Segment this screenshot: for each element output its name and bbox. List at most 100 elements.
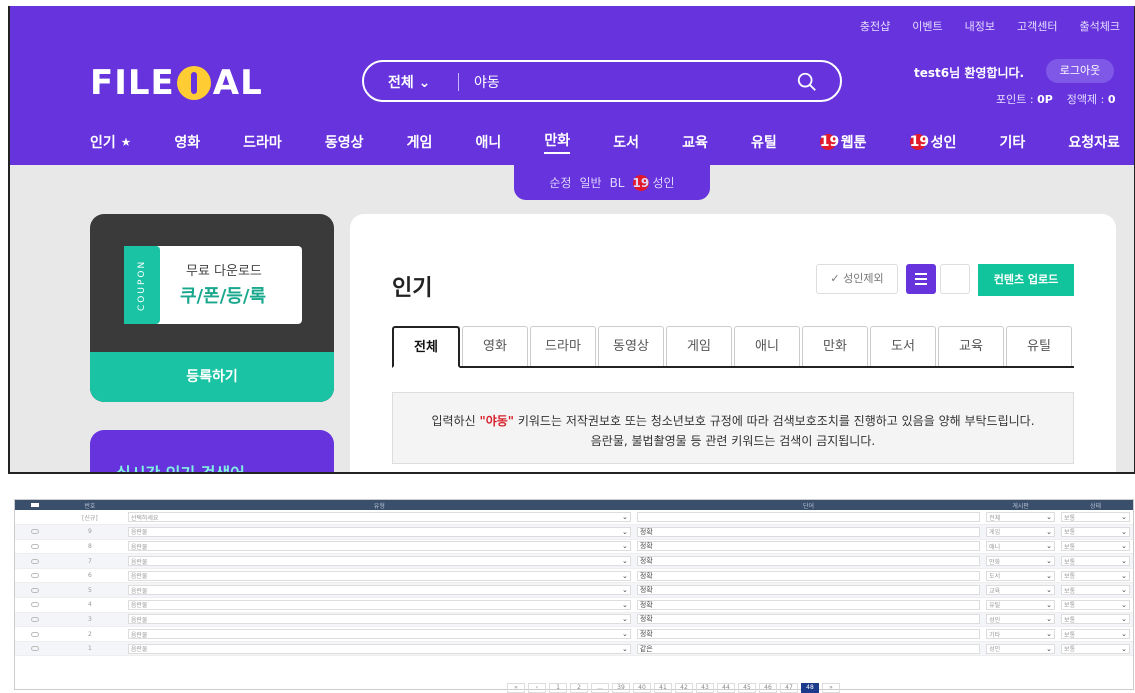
grid-view-icon[interactable] [940,264,970,294]
status-select[interactable]: 보통 ⌄ [1061,556,1130,567]
tab-book[interactable]: 도서 [870,326,936,366]
type-select[interactable]: 음란물 ⌄ [127,556,631,567]
row-checkbox[interactable] [30,602,39,608]
type-select[interactable]: 음란물 ⌄ [127,541,631,552]
nav-game[interactable]: 게임 [407,130,433,154]
top-link-attendance[interactable]: 출석체크 [1080,18,1120,34]
board-select[interactable]: 성인 ⌄ [986,614,1056,625]
status-select[interactable]: 보통 ⌄ [1061,570,1130,581]
page-link[interactable]: 45 [738,683,756,693]
nav-adult[interactable]: 19 성인 [909,130,956,154]
nav-request[interactable]: 요청자료 [1068,130,1120,154]
tab-game[interactable]: 게임 [666,326,732,366]
subnav-general[interactable]: 일반 [579,174,601,191]
page-link[interactable]: 43 [696,683,714,693]
nav-education[interactable]: 교육 [682,130,708,154]
word-input[interactable] [636,512,981,523]
board-select[interactable]: 만화 ⌄ [986,556,1056,567]
nav-anime[interactable]: 애니 [476,130,502,154]
type-select[interactable]: 음란물 ⌄ [127,614,631,625]
word-input[interactable]: 정확 [636,629,981,640]
logout-button[interactable]: 로그아웃 [1046,59,1114,83]
top-link-event[interactable]: 이벤트 [912,18,942,34]
nav-etc[interactable]: 기타 [1000,130,1026,154]
top-link-support[interactable]: 고객센터 [1017,18,1057,34]
row-checkbox[interactable] [30,543,39,549]
page-link[interactable]: 40 [633,683,651,693]
type-select[interactable]: 음란물 ⌄ [127,599,631,610]
page-link[interactable]: 42 [675,683,693,693]
status-select[interactable]: 보통 ⌄ [1061,512,1130,523]
board-select[interactable]: 성인 ⌄ [986,643,1056,654]
status-select[interactable]: 보통 ⌄ [1061,629,1130,640]
page-link[interactable]: 41 [654,683,672,693]
status-select[interactable]: 보통 ⌄ [1061,585,1130,596]
status-select[interactable]: 보통 ⌄ [1061,526,1130,537]
word-input[interactable]: 정확 [636,556,981,567]
tab-education[interactable]: 교육 [938,326,1004,366]
nav-book[interactable]: 도서 [613,130,639,154]
select-all-checkbox[interactable] [15,500,55,510]
nav-popular[interactable]: 인기 ★ [90,130,131,154]
type-select[interactable]: 음란물 ⌄ [127,585,631,596]
page-link[interactable]: ‹ [528,683,546,693]
page-link[interactable]: » [822,683,840,693]
type-select[interactable]: 음란물 ⌄ [127,643,631,654]
top-link-shop[interactable]: 충전샵 [860,18,890,34]
subnav-bl[interactable]: BL [610,176,625,190]
tab-movie[interactable]: 영화 [462,326,528,366]
status-select[interactable]: 보통 ⌄ [1061,541,1130,552]
subnav-adult[interactable]: 19 성인 [632,174,675,191]
page-link[interactable]: 2 [570,683,588,693]
coupon-register-button[interactable]: 등록하기 [90,352,334,402]
tab-comic[interactable]: 만화 [802,326,868,366]
page-link[interactable]: 44 [717,683,735,693]
type-select[interactable]: 음란물 ⌄ [127,570,631,581]
board-select[interactable]: 도서 ⌄ [986,570,1056,581]
row-checkbox[interactable] [30,558,39,564]
tab-drama[interactable]: 드라마 [530,326,596,366]
top-link-myinfo[interactable]: 내정보 [965,18,995,34]
status-select[interactable]: 보통 ⌄ [1061,599,1130,610]
page-link[interactable]: « [507,683,525,693]
tab-utility[interactable]: 유틸 [1006,326,1072,366]
logo[interactable]: FILE AL [90,63,263,103]
type-select[interactable]: 선택하세요 ⌄ [127,512,631,523]
board-select[interactable]: 전체 ⌄ [986,512,1056,523]
type-select[interactable]: 음란물 ⌄ [127,526,631,537]
page-link[interactable]: 46 [759,683,777,693]
word-input[interactable]: 정확 [636,570,981,581]
page-link[interactable]: ... [591,683,609,693]
board-select[interactable]: 애니 ⌄ [986,541,1056,552]
exclude-adult-toggle[interactable]: ✓ 성인제외 [816,264,898,294]
status-select[interactable]: 보통 ⌄ [1061,643,1130,654]
page-link[interactable]: 48 [801,683,819,693]
nav-comic[interactable]: 만화 [544,130,571,154]
word-input[interactable]: 정확 [636,614,981,625]
type-select[interactable]: 음란물 ⌄ [127,629,631,640]
subnav-romance[interactable]: 순정 [549,174,571,191]
nav-video[interactable]: 동영상 [325,130,364,154]
row-checkbox[interactable] [30,529,39,535]
search-input[interactable]: 야동 [474,72,500,92]
page-link[interactable]: 47 [780,683,798,693]
row-checkbox[interactable] [30,587,39,593]
list-view-icon[interactable] [906,264,936,294]
nav-webtoon[interactable]: 19 웹툰 [819,130,867,154]
row-checkbox[interactable] [30,646,39,652]
search-category-select[interactable]: 전체 ⌄ [388,72,430,92]
nav-movie[interactable]: 영화 [174,130,200,154]
tab-all[interactable]: 전체 [392,326,460,368]
word-input[interactable]: 정확 [636,526,981,537]
page-link[interactable]: 39 [612,683,630,693]
board-select[interactable]: 유틸 ⌄ [986,599,1056,610]
board-select[interactable]: 게임 ⌄ [986,526,1056,537]
status-select[interactable]: 보통 ⌄ [1061,614,1130,625]
nav-drama[interactable]: 드라마 [243,130,282,154]
word-input[interactable]: 정확 [636,599,981,610]
row-checkbox[interactable] [30,573,39,579]
tab-video[interactable]: 동영상 [598,326,664,366]
page-link[interactable]: 1 [549,683,567,693]
board-select[interactable]: 기타 ⌄ [986,629,1056,640]
row-checkbox[interactable] [30,616,39,622]
